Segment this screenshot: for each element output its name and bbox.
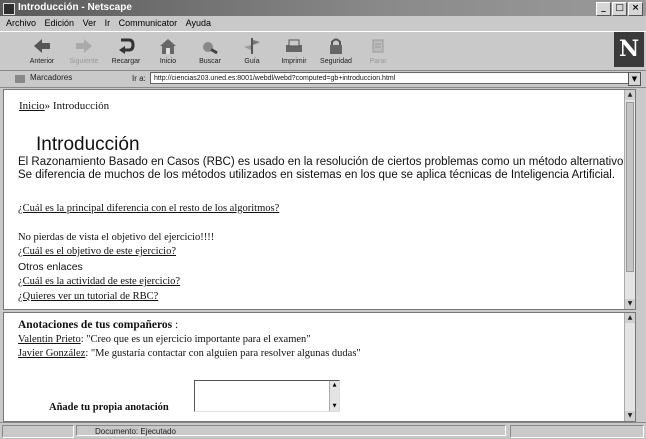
annotations-title: Anotaciones de tus compañeros: [18, 319, 173, 331]
menu-ver[interactable]: Ver: [83, 18, 97, 28]
guide-label: Guía: [244, 58, 260, 65]
maximize-button[interactable]: □: [612, 2, 627, 16]
reload-label: Recargar: [111, 58, 141, 65]
textarea-scroll-down-icon[interactable]: ▼: [330, 402, 339, 411]
annotations-scroll-down-icon[interactable]: ▼: [625, 411, 635, 421]
location-label: Ir a:: [132, 74, 146, 83]
search-icon: [203, 42, 218, 55]
guide-icon: [244, 38, 260, 54]
annotations-scroll-up-icon[interactable]: ▲: [625, 313, 635, 323]
title-bar: Introducción - Netscape _ □ ×: [0, 0, 646, 16]
breadcrumb-home-link[interactable]: Inicio: [19, 100, 45, 112]
forward-button[interactable]: Siguiente: [64, 34, 104, 68]
reload-button[interactable]: Recargar: [106, 34, 146, 68]
annotation-text: : "Creo que es un ejercicio importante p…: [80, 334, 311, 345]
menu-bar: Archivo Edición Ver Ir Communicator Ayud…: [0, 16, 646, 30]
forward-label: Siguiente: [69, 58, 99, 65]
main-content-frame: Inicio» Introducción Introducción El Raz…: [3, 89, 636, 310]
stop-label: Parar: [369, 58, 387, 65]
stop-icon: [372, 39, 384, 53]
guide-button[interactable]: Guía: [232, 34, 272, 68]
annotation-item: Javier González: "Me gustaría contactar …: [18, 348, 361, 359]
component-bar: [510, 425, 644, 438]
print-button[interactable]: Imprimir: [274, 34, 314, 68]
menu-communicator[interactable]: Communicator: [119, 18, 178, 28]
back-arrow-icon: [34, 39, 50, 53]
annotation-text: : "Me gustaría contactar con alguien par…: [85, 348, 361, 359]
menu-edicion[interactable]: Edición: [45, 18, 75, 28]
menu-archivo[interactable]: Archivo: [6, 18, 36, 28]
add-annotation-area: ▲ ▼: [194, 380, 340, 412]
browser-window: Introducción - Netscape _ □ × Archivo Ed…: [0, 0, 646, 438]
breadcrumb-separator: »: [44, 100, 51, 112]
minimize-button[interactable]: _: [596, 2, 611, 16]
link-tutorial[interactable]: ¿Quieres ver un tutorial de RBC?: [18, 291, 158, 302]
breadcrumb-current: Introducción: [52, 100, 110, 112]
print-icon: [286, 39, 302, 52]
security-button[interactable]: Seguridad: [316, 34, 356, 68]
home-button[interactable]: Inicio: [148, 34, 188, 68]
back-label: Anterior: [29, 58, 55, 65]
scroll-thumb[interactable]: [626, 102, 634, 272]
security-label: Seguridad: [320, 58, 352, 65]
page-title: Introducción: [36, 134, 140, 155]
scroll-down-icon[interactable]: ▼: [625, 299, 635, 309]
annotation-author-link[interactable]: Valentin Prieto: [18, 334, 81, 345]
navigation-toolbar: Anterior Siguiente Recargar Inicio Busca…: [0, 31, 646, 71]
url-field[interactable]: http://ciencias203.uned.es:8001/webdl/we…: [150, 72, 634, 84]
bookmarks-button[interactable]: Marcadores: [30, 73, 72, 82]
reminder-text: No pierdas de vista el objetivo del ejer…: [18, 232, 215, 243]
print-label: Imprimir: [281, 58, 307, 65]
security-status-icon[interactable]: [2, 425, 74, 438]
window-title: Introducción - Netscape: [18, 2, 132, 13]
back-button[interactable]: Anterior: [22, 34, 62, 68]
home-label: Inicio: [159, 58, 177, 65]
annotations-heading: Anotaciones de tus compañeros :: [18, 319, 178, 331]
menu-ir[interactable]: Ir: [105, 18, 111, 28]
scroll-up-icon[interactable]: ▲: [625, 90, 635, 100]
netscape-logo[interactable]: N: [614, 32, 644, 67]
link-objective[interactable]: ¿Cuál es el objetivo de este ejercicio?: [18, 246, 176, 257]
url-dropdown-icon[interactable]: ▼: [628, 72, 641, 86]
breadcrumb: Inicio» Introducción: [19, 100, 109, 112]
home-icon: [160, 39, 176, 54]
annotation-author-link[interactable]: Javier González: [18, 348, 85, 359]
annotations-frame: Anotaciones de tus compañeros : Valentin…: [3, 312, 636, 422]
status-text: Documento: Ejecutado: [76, 425, 506, 436]
content-scrollbar[interactable]: ▲ ▼: [624, 90, 635, 309]
textarea-scrollbar[interactable]: ▲ ▼: [329, 381, 339, 411]
annotation-item: Valentin Prieto: "Creo que es un ejercic…: [18, 334, 311, 345]
add-annotation-label: Añade tu propia anotación: [49, 402, 169, 413]
security-icon: [330, 38, 342, 54]
reload-icon: [119, 38, 135, 54]
status-bar: Documento: Ejecutado: [0, 422, 646, 439]
annotations-scrollbar[interactable]: ▲ ▼: [624, 313, 635, 421]
location-bar: Marcadores Ir a: http://ciencias203.uned…: [0, 71, 646, 88]
link-difference[interactable]: ¿Cuál es la principal diferencia con el …: [18, 203, 279, 214]
link-activity[interactable]: ¿Cuál es la actividad de este ejercicio?: [18, 276, 180, 287]
annotation-textarea[interactable]: ▲ ▼: [194, 380, 340, 412]
menu-ayuda[interactable]: Ayuda: [186, 18, 211, 28]
search-label: Buscar: [199, 58, 221, 65]
textarea-scroll-up-icon[interactable]: ▲: [330, 381, 339, 390]
other-links-label: Otros enlaces: [18, 261, 83, 273]
search-button[interactable]: Buscar: [190, 34, 230, 68]
close-button[interactable]: ×: [628, 2, 643, 16]
stop-button[interactable]: Parar: [358, 34, 398, 68]
intro-paragraph: El Razonamiento Basado en Casos (RBC) es…: [18, 156, 627, 181]
netscape-app-icon: [3, 3, 15, 15]
forward-arrow-icon: [76, 39, 92, 53]
annotations-title-colon: :: [174, 319, 179, 331]
bookmarks-icon: [15, 75, 25, 83]
